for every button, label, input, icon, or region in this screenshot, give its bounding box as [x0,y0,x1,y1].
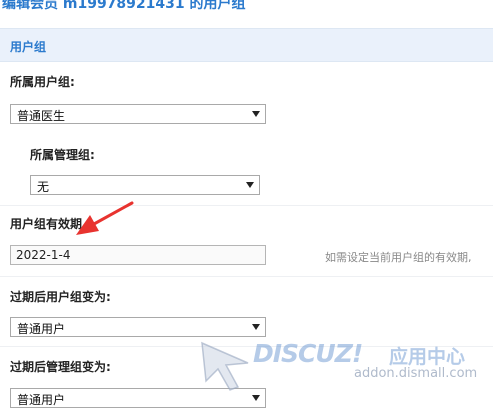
watermark: DISCUZ! 应用中心 addon.dismall.com [200,335,493,402]
watermark-brand: DISCUZ! [253,339,363,368]
discuz-logo-icon [201,341,249,391]
watermark-subtitle: 应用中心 [389,346,466,368]
watermark-url: addon.dismall.com [354,366,478,381]
